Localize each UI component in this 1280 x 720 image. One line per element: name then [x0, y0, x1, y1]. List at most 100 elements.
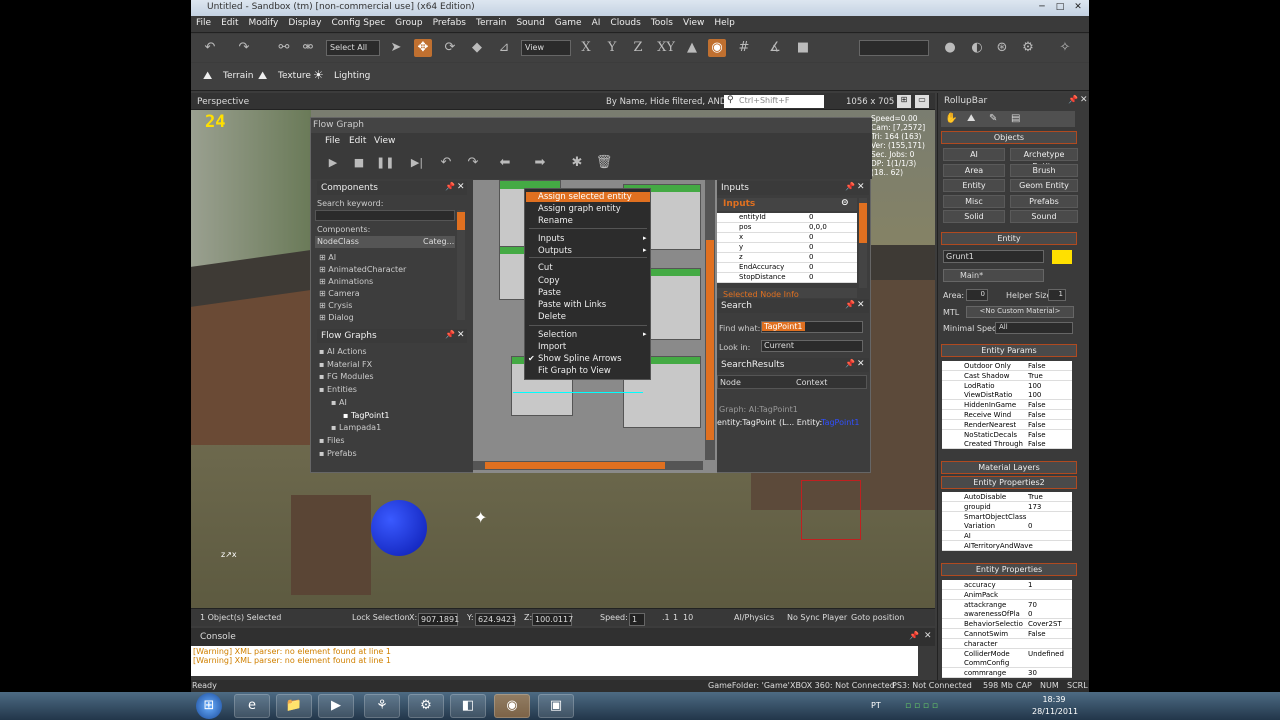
material-layers-title[interactable]: Material Layers: [941, 461, 1077, 474]
back-arrow-icon[interactable]: ⬅: [496, 154, 514, 172]
inputs-close-icon[interactable]: ✕: [857, 182, 865, 192]
property-row[interactable]: Cast Shadow True: [942, 370, 1072, 381]
property-row[interactable]: SmartObjectClass: [942, 511, 1072, 522]
objects-tab-icon[interactable]: ✋: [945, 113, 957, 124]
menu-item[interactable]: Sound: [511, 16, 549, 28]
object-button[interactable]: Sound: [1010, 210, 1078, 223]
property-row[interactable]: attackrange 70: [942, 599, 1072, 610]
explorer-icon[interactable]: 📁: [276, 694, 312, 718]
context-menu-item[interactable]: Fit Graph to View: [538, 366, 611, 376]
terrain-snap-icon[interactable]: ▲: [683, 39, 701, 57]
flowgraph-titlebar[interactable]: Flow Graph: [311, 118, 872, 133]
results-pin-icon[interactable]: 📌: [845, 359, 855, 368]
console-output[interactable]: [Warning] XML parser: no element found a…: [191, 646, 918, 676]
object-button[interactable]: Prefabs: [1010, 194, 1078, 208]
speed-field[interactable]: 1: [629, 613, 645, 626]
forward-arrow-icon[interactable]: ➡: [531, 154, 549, 172]
angle-snap-icon[interactable]: ∡: [766, 39, 784, 57]
context-menu-item[interactable]: Paste with Links: [538, 300, 606, 310]
context-menu-item[interactable]: Copy: [538, 276, 560, 286]
inputs-scroll-thumb[interactable]: [859, 203, 867, 243]
context-menu-item[interactable]: Assign selected entity: [526, 192, 650, 202]
graph-hscrollbar[interactable]: [473, 461, 703, 470]
search-pin-icon[interactable]: 📌: [845, 300, 855, 309]
ball-icon[interactable]: ●: [941, 39, 959, 57]
nodeclass-column[interactable]: NodeClass: [317, 237, 359, 246]
viewport-options-icon[interactable]: ⊞: [897, 95, 911, 108]
terrain-icon[interactable]: ⛰: [203, 69, 212, 83]
context-menu-item[interactable]: Cut: [538, 263, 553, 273]
find-what-combo[interactable]: TagPoint1: [761, 321, 863, 333]
tagpoint-star-icon[interactable]: ✦: [474, 508, 487, 527]
expand-icon[interactable]: ⊞: [319, 313, 328, 322]
node-column[interactable]: Node: [720, 378, 741, 387]
select-all-combo[interactable]: Select All: [326, 40, 380, 56]
lighting-icon[interactable]: ☀: [313, 68, 324, 82]
graph-tree-item[interactable]: ▪ FG Modules: [319, 372, 374, 381]
display-tab-icon[interactable]: ▤: [1011, 113, 1020, 124]
property-row[interactable]: awarenessOfPla 0: [942, 609, 1072, 620]
move-icon[interactable]: ✥: [414, 39, 432, 57]
results-group-row[interactable]: Graph: AI:TagPoint1: [719, 405, 798, 414]
menu-item[interactable]: Display: [283, 16, 326, 28]
terrain-button[interactable]: Terrain: [223, 71, 253, 81]
object-button[interactable]: Solid: [943, 210, 1005, 223]
lock-selection-button[interactable]: Lock Selection: [352, 613, 410, 622]
inputs-pin-icon[interactable]: 📌: [845, 182, 855, 191]
fg-menu-file[interactable]: File: [325, 136, 340, 146]
category-column[interactable]: Categ...: [423, 237, 454, 246]
sandbox-app-icon[interactable]: ◧: [450, 694, 486, 718]
speed-1-button[interactable]: 1: [673, 613, 678, 622]
menu-item[interactable]: Terrain: [471, 16, 511, 28]
rollup-pin-icon[interactable]: 📌: [1068, 95, 1078, 104]
expand-icon[interactable]: ⊞: [319, 277, 328, 286]
expand-icon[interactable]: ⊞: [319, 253, 328, 262]
look-in-combo[interactable]: Current: [761, 340, 863, 352]
context-menu-item[interactable]: Delete: [538, 312, 566, 322]
helper-size-field[interactable]: 1: [1048, 289, 1066, 301]
property-row[interactable]: Receive Wind False: [942, 410, 1072, 420]
input-row[interactable]: z0: [717, 253, 857, 263]
clock-time[interactable]: 18:39: [1032, 695, 1076, 704]
snap-icon[interactable]: ⊿: [495, 39, 513, 57]
input-row[interactable]: x0: [717, 233, 857, 243]
modeling-tab-icon[interactable]: ✎: [989, 113, 997, 124]
minimize-icon[interactable]: ─: [1035, 1, 1049, 14]
fg-menu-edit[interactable]: Edit: [349, 136, 366, 146]
object-button[interactable]: Archetype Entity: [1010, 148, 1078, 171]
viewport-search-input[interactable]: Ctrl+Shift+F: [724, 95, 824, 108]
graph-tree-item[interactable]: ▪ TagPoint1: [343, 411, 389, 420]
menu-item[interactable]: Prefabs: [428, 16, 471, 28]
components-scroll-thumb[interactable]: [457, 212, 465, 230]
property-row[interactable]: ColliderMode Undefined: [942, 648, 1072, 659]
menu-item[interactable]: File: [191, 16, 216, 28]
speed-10-button[interactable]: 10: [683, 613, 693, 622]
texture-icon[interactable]: ⛰: [258, 69, 267, 83]
search-close-icon[interactable]: ✕: [857, 300, 865, 310]
context-menu-item[interactable]: Rename: [538, 216, 573, 226]
link-icon[interactable]: ⚯: [275, 39, 293, 57]
area-field[interactable]: 0: [966, 289, 988, 301]
undo-icon[interactable]: ↶: [201, 39, 219, 57]
components-scrollbar[interactable]: [457, 210, 465, 320]
entity-props2-title[interactable]: Entity Properties2: [941, 476, 1077, 489]
property-row[interactable]: Variation 0: [942, 521, 1072, 532]
menu-item[interactable]: Modify: [244, 16, 284, 28]
component-item[interactable]: ⊞ Crysis: [319, 301, 352, 310]
property-row[interactable]: AI: [942, 531, 1072, 542]
property-row[interactable]: groupid 173: [942, 501, 1072, 512]
object-button[interactable]: AI: [943, 148, 1005, 161]
entity-name-field[interactable]: Grunt1: [943, 250, 1044, 263]
property-row[interactable]: ViewDistRatio 100: [942, 390, 1072, 401]
entity-color-swatch[interactable]: [1052, 250, 1072, 264]
network-app-icon[interactable]: ⚘: [364, 694, 400, 718]
trash-icon[interactable]: 🗑: [595, 154, 613, 172]
object-button[interactable]: Entity: [943, 179, 1005, 192]
flowgraphs-close-icon[interactable]: ✕: [457, 330, 465, 340]
layer-button[interactable]: Main*: [943, 269, 1044, 282]
axis-x-button[interactable]: X: [577, 39, 595, 57]
property-row[interactable]: NoStaticDecals False: [942, 429, 1072, 440]
speed-01-button[interactable]: .1: [662, 613, 670, 622]
language-indicator[interactable]: PT: [871, 701, 881, 710]
play-icon[interactable]: ▶: [324, 154, 342, 172]
